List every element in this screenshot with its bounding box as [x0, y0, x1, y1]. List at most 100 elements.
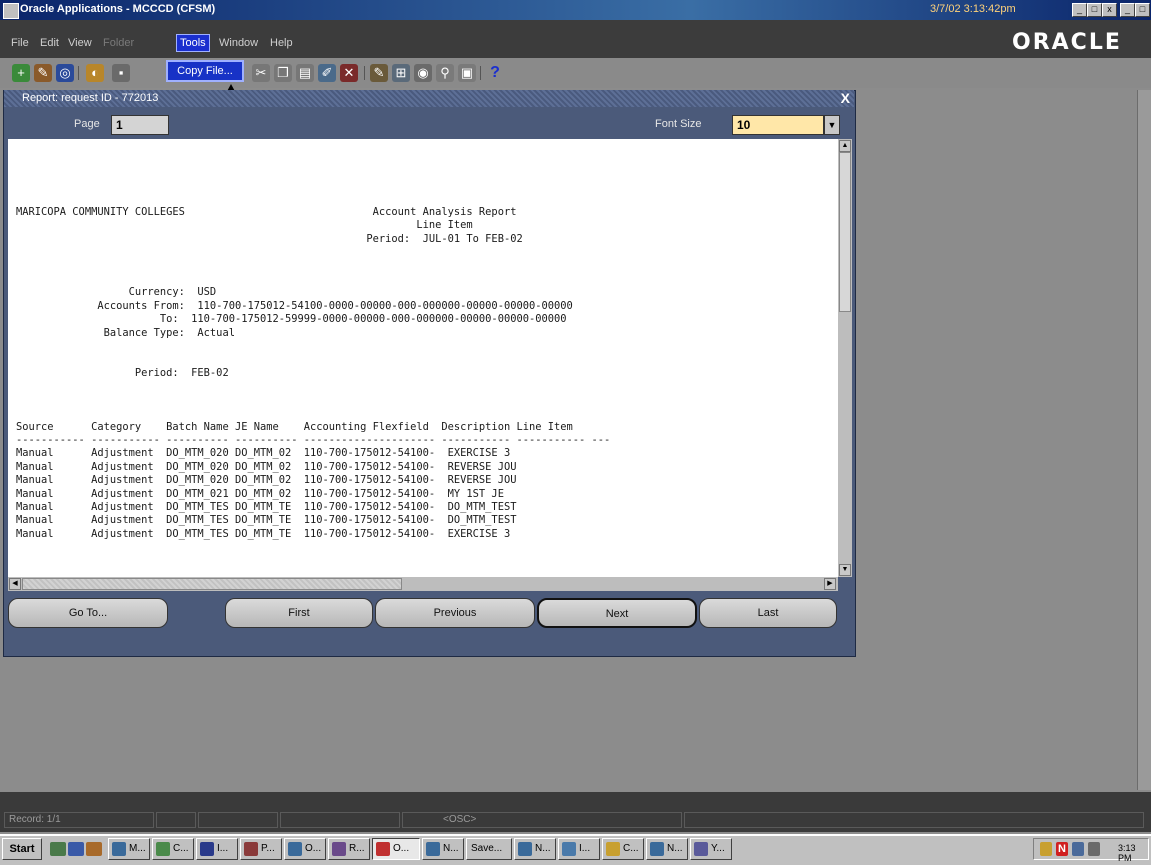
- last-button[interactable]: Last: [699, 598, 837, 628]
- taskbar-item[interactable]: O...: [284, 838, 326, 860]
- copy-file-menu-item[interactable]: Copy File...: [166, 60, 244, 82]
- maximize-button[interactable]: □: [1135, 3, 1150, 17]
- menu-help[interactable]: Help: [270, 37, 293, 49]
- scroll-down-icon[interactable]: ▼: [839, 564, 851, 576]
- scroll-left-icon[interactable]: ◀: [9, 578, 21, 590]
- menu-tools[interactable]: Tools: [176, 34, 210, 52]
- clock-text: 3/7/02 3:13:42pm: [930, 3, 1016, 15]
- taskbar-item[interactable]: Save...: [466, 838, 512, 860]
- go-to-button[interactable]: Go To...: [8, 598, 168, 628]
- next-button[interactable]: Next: [537, 598, 697, 628]
- paste-icon[interactable]: ▤: [296, 64, 314, 82]
- desktop-icon[interactable]: [50, 842, 66, 856]
- tray-icon[interactable]: [1088, 842, 1100, 856]
- taskbar-item[interactable]: N...: [646, 838, 688, 860]
- app-title: Oracle Applications - MCCCD (CFSM): [20, 3, 216, 15]
- osc-indicator: <OSC>: [402, 812, 682, 828]
- taskbar-item[interactable]: I...: [558, 838, 600, 860]
- taskbar-item[interactable]: N...: [514, 838, 556, 860]
- app-icon: [288, 842, 302, 856]
- help-icon[interactable]: ?: [486, 64, 504, 82]
- app-icon: [562, 842, 576, 856]
- clear-record-icon[interactable]: ✐: [318, 64, 336, 82]
- navigator-icon[interactable]: ◎: [56, 64, 74, 82]
- menu-bar: [0, 20, 1151, 58]
- scroll-up-icon[interactable]: ▲: [839, 140, 851, 152]
- toolbar-separator: [78, 66, 79, 80]
- edit-field-icon[interactable]: ✎: [370, 64, 388, 82]
- report-output[interactable]: MARICOPA COMMUNITY COLLEGES Account Anal…: [8, 139, 838, 577]
- app-icon: [518, 842, 532, 856]
- delete-record-icon[interactable]: ✕: [340, 64, 358, 82]
- app-icon: [200, 842, 214, 856]
- zoom-icon[interactable]: ⊞: [392, 64, 410, 82]
- copy-icon[interactable]: ❐: [274, 64, 292, 82]
- taskbar-item[interactable]: I...: [196, 838, 238, 860]
- taskbar-item[interactable]: P...: [240, 838, 282, 860]
- network-icon[interactable]: [1072, 842, 1084, 856]
- find-icon[interactable]: ✎: [34, 64, 52, 82]
- norton-icon[interactable]: N: [1056, 842, 1068, 856]
- taskbar-item[interactable]: C...: [152, 838, 194, 860]
- translations-icon[interactable]: ◉: [414, 64, 432, 82]
- toolbar-separator: [364, 66, 365, 80]
- chevron-down-icon[interactable]: ▼: [824, 115, 840, 135]
- inner-restore-button[interactable]: □: [1087, 3, 1102, 17]
- report-window-title: Report: request ID - 772013: [22, 92, 159, 104]
- folder-tools-icon[interactable]: ▣: [458, 64, 476, 82]
- record-count: Record: 1/1: [4, 812, 154, 828]
- status-cell: [198, 812, 278, 828]
- start-button[interactable]: Start: [2, 838, 42, 860]
- scroll-right-icon[interactable]: ▶: [824, 578, 836, 590]
- close-icon[interactable]: X: [841, 90, 850, 106]
- status-cell: [684, 812, 1144, 828]
- app-icon: [426, 842, 440, 856]
- inner-close-button[interactable]: x: [1102, 3, 1117, 17]
- minimize-button[interactable]: _: [1120, 3, 1135, 17]
- taskbar-item[interactable]: C...: [602, 838, 644, 860]
- vertical-scroll-thumb[interactable]: [839, 152, 851, 312]
- status-cell: [156, 812, 196, 828]
- toolbar-separator: [480, 66, 481, 80]
- menu-view[interactable]: View: [68, 37, 92, 49]
- app-icon: [156, 842, 170, 856]
- taskbar-item[interactable]: N...: [422, 838, 464, 860]
- page-number-field[interactable]: 1: [111, 115, 169, 135]
- status-cell: [280, 812, 400, 828]
- quicklaunch-icon[interactable]: [86, 842, 102, 856]
- app-icon: [694, 842, 708, 856]
- app-icon: [244, 842, 258, 856]
- report-window-titlebar[interactable]: Report: request ID - 772013 X: [4, 90, 854, 107]
- taskbar-item[interactable]: M...: [108, 838, 150, 860]
- menu-edit[interactable]: Edit: [40, 37, 59, 49]
- taskbar-item-active[interactable]: O...: [372, 838, 420, 860]
- menu-file[interactable]: File: [11, 37, 29, 49]
- taskbar-item[interactable]: R...: [328, 838, 370, 860]
- oracle-logo: ORACLE: [1012, 30, 1122, 55]
- menu-window[interactable]: Window: [219, 37, 258, 49]
- taskbar-item[interactable]: Y...: [690, 838, 732, 860]
- first-button[interactable]: First: [225, 598, 373, 628]
- report-text: MARICOPA COMMUNITY COLLEGES Account Anal…: [16, 206, 611, 540]
- menu-folder[interactable]: Folder: [103, 37, 134, 49]
- inner-minimize-button[interactable]: _: [1072, 3, 1087, 17]
- browser-icon[interactable]: [68, 842, 84, 856]
- volume-icon[interactable]: [1040, 842, 1052, 856]
- new-record-icon[interactable]: +: [12, 64, 30, 82]
- save-icon[interactable]: ◐: [86, 64, 104, 82]
- app-icon: [650, 842, 664, 856]
- oracle-app-icon: [376, 842, 390, 856]
- cut-icon[interactable]: ✂: [252, 64, 270, 82]
- tray-clock: 3:13 PM: [1118, 843, 1136, 863]
- app-title-bar: Oracle Applications - MCCCD (CFSM) 3/7/0…: [0, 0, 1151, 20]
- app-icon: [112, 842, 126, 856]
- workspace-scrollbar[interactable]: [1137, 90, 1151, 790]
- horizontal-scroll-thumb[interactable]: [22, 578, 402, 590]
- previous-button[interactable]: Previous: [375, 598, 535, 628]
- oracle-app-icon: [3, 3, 19, 19]
- print-icon[interactable]: ▪: [112, 64, 130, 82]
- app-icon: [332, 842, 346, 856]
- font-size-label: Font Size: [655, 118, 702, 130]
- attachments-icon[interactable]: ⚲: [436, 64, 454, 82]
- font-size-field[interactable]: 10: [732, 115, 824, 135]
